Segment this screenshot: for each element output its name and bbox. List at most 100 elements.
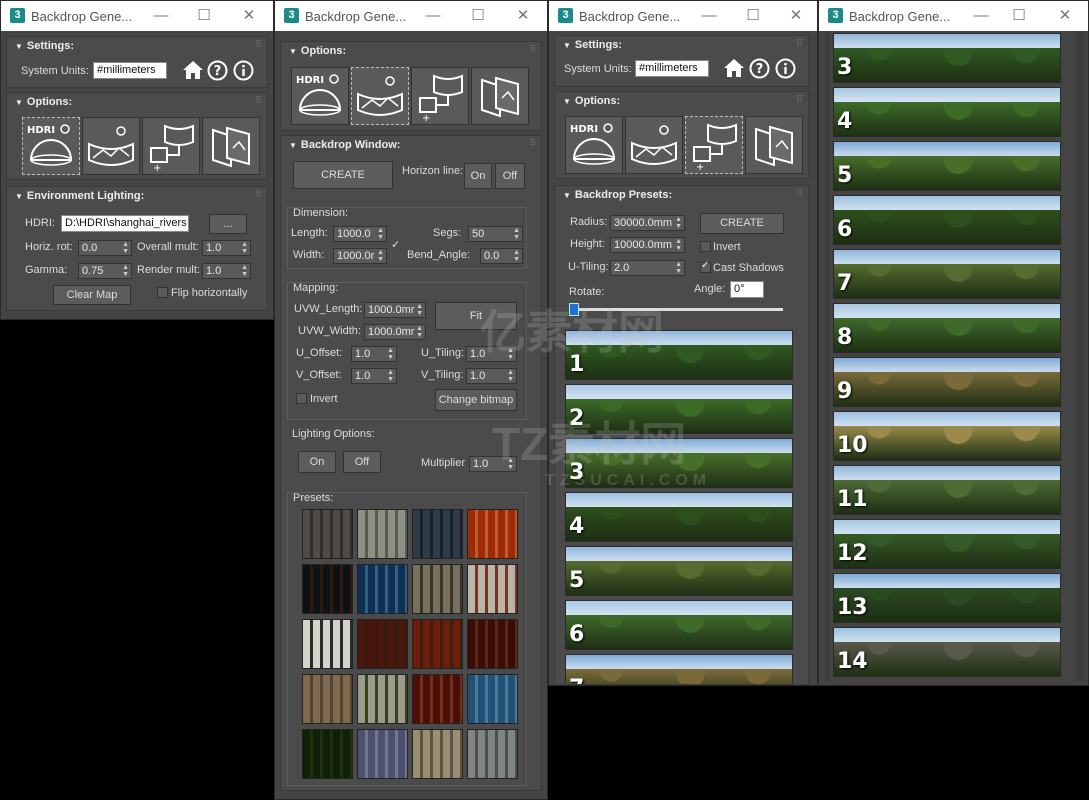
close-button[interactable]: ✕ [513,6,533,26]
angle-field[interactable]: 0° [730,281,764,298]
change-bitmap-button[interactable]: Change bitmap [435,389,517,411]
overall-mult-spinner[interactable]: 1.0 ▲ ▼ [202,240,251,256]
u-tiling-spinner[interactable]: 2.0 ▲ ▼ [610,260,685,276]
building-preset-thumb[interactable] [302,729,353,779]
help-icon[interactable]: ? [207,60,228,81]
render-mult-spinner[interactable]: 1.0 ▲ ▼ [202,263,251,279]
bitmap-planes-button[interactable] [745,116,803,174]
backdrop-presets-heading[interactable]: ▼ Backdrop Presets: [563,189,672,201]
scrollbar-right[interactable] [1076,31,1084,681]
length-spinner[interactable]: 1000.0 ▲ ▼ [333,226,387,242]
building-preset-thumb[interactable] [302,564,353,614]
hdri-path-field[interactable]: D:\HDRI\shanghai_rivers [61,215,189,232]
system-units-field[interactable]: #millimeters [635,60,709,77]
lighting-on-button[interactable]: On [298,451,336,473]
grip-icon[interactable]: ⠿ [796,94,803,105]
create-presets-button[interactable]: CREATE [700,213,784,234]
flip-horizontally-checkbox[interactable] [157,287,168,298]
invert-checkbox[interactable] [296,393,307,404]
landscape-preset-5[interactable]: 5 [833,141,1061,191]
landscape-preset-9[interactable]: 9 [833,357,1061,407]
maximize-button[interactable]: ☐ [1009,6,1029,26]
radius-spinner[interactable]: 30000.0mm ▲ ▼ [610,215,685,231]
bitmap-planes-button[interactable] [202,117,260,175]
minimize-button[interactable]: — [971,6,991,26]
landscape-preset-4[interactable]: 4 [565,492,793,542]
landscape-preset-10[interactable]: 10 [833,411,1061,461]
scrollbar-left[interactable] [825,31,830,681]
uvw-width-spinner[interactable]: 1000.0mr ▲ ▼ [364,324,426,340]
landscape-preset-6[interactable]: 6 [833,195,1061,245]
grip-icon[interactable]: ⠿ [529,138,536,149]
export-button[interactable]: + [685,116,743,174]
building-preset-thumb[interactable] [467,509,518,559]
bend-angle-spinner[interactable]: 0.0 ▲ ▼ [480,248,523,264]
home-icon[interactable] [182,60,204,80]
landscape-preset-6[interactable]: 6 [565,600,793,650]
building-preset-thumb[interactable] [467,619,518,669]
building-preset-thumb[interactable] [467,564,518,614]
grip-icon[interactable]: ⠿ [796,188,803,199]
grip-icon[interactable]: ⠿ [529,44,536,55]
u-offset-spinner[interactable]: 1.0 ▲ ▼ [351,346,397,362]
multiplier-spinner[interactable]: 1.0 ▲ ▼ [469,456,517,472]
hdri-button[interactable]: HDRI [22,117,80,175]
options-heading[interactable]: ▼ Options: [289,45,346,57]
settings-heading[interactable]: ▼ Settings: [563,39,622,51]
cast-shadows-checkbox[interactable]: ✓ [700,260,711,273]
landscape-preset-14[interactable]: 14 [833,627,1061,677]
landscape-preset-8[interactable]: 8 [833,303,1061,353]
horizon-on-button[interactable]: On [464,163,492,189]
info-icon[interactable] [775,58,796,79]
settings-heading[interactable]: ▼ Settings: [15,40,74,52]
horizon-off-button[interactable]: Off [495,163,525,189]
landscape-preset-13[interactable]: 13 [833,573,1061,623]
landscape-preset-3[interactable]: 3 [833,33,1061,83]
backdrop-window-heading[interactable]: ▼ Backdrop Window: [289,139,400,151]
minimize-button[interactable]: — [699,6,719,26]
bitmap-planes-button[interactable] [471,67,529,125]
building-preset-thumb[interactable] [357,729,408,779]
create-button[interactable]: CREATE [293,161,393,189]
grip-icon[interactable]: ⠿ [255,39,262,50]
landscape-preset-5[interactable]: 5 [565,546,793,596]
grip-icon[interactable]: ⠿ [255,189,262,200]
invert-checkbox[interactable] [700,241,711,252]
width-spinner[interactable]: 1000.0r ▲ ▼ [333,248,387,264]
landscape-preset-11[interactable]: 11 [833,465,1061,515]
maximize-button[interactable]: ☐ [468,6,488,26]
landscape-preset-12[interactable]: 12 [833,519,1061,569]
gamma-spinner[interactable]: 0.75 ▲ ▼ [78,263,132,279]
fit-button[interactable]: Fit [435,302,517,330]
hdri-button[interactable]: HDRI [565,116,623,174]
title-bar[interactable]: 3 Backdrop Gene... — ☐ ✕ [549,1,817,31]
u-tiling-spinner[interactable]: 1.0 ▲ ▼ [466,346,517,362]
building-preset-thumb[interactable] [302,674,353,724]
grip-icon[interactable]: ⠿ [255,95,262,106]
export-button[interactable]: + [142,117,200,175]
close-button[interactable]: ✕ [1055,6,1075,26]
height-spinner[interactable]: 10000.0mm ▲ ▼ [610,237,685,253]
title-bar[interactable]: 3 Backdrop Gene... — ☐ ✕ [819,1,1088,31]
building-preset-thumb[interactable] [412,564,463,614]
building-preset-thumb[interactable] [467,674,518,724]
building-preset-thumb[interactable] [467,729,518,779]
rotate-slider-thumb[interactable] [569,303,579,316]
home-icon[interactable] [723,58,745,78]
minimize-button[interactable]: — [151,6,171,26]
landscape-preset-1[interactable]: 1 [565,330,793,380]
landscape-preset-3[interactable]: 3 [565,438,793,488]
landscape-preset-2[interactable]: 2 [565,384,793,434]
backdrop-button[interactable] [625,116,683,174]
clear-map-button[interactable]: Clear Map [53,285,131,305]
backdrop-button[interactable] [82,117,140,175]
building-preset-thumb[interactable] [357,564,408,614]
building-preset-thumb[interactable] [412,674,463,724]
hdri-button[interactable]: HDRI [291,67,349,125]
building-preset-thumb[interactable] [412,509,463,559]
maximize-button[interactable]: ☐ [743,6,763,26]
lock-aspect-checkmark[interactable]: ✓ [391,238,400,251]
building-preset-thumb[interactable] [412,619,463,669]
info-icon[interactable] [233,60,254,81]
maximize-button[interactable]: ☐ [194,6,214,26]
